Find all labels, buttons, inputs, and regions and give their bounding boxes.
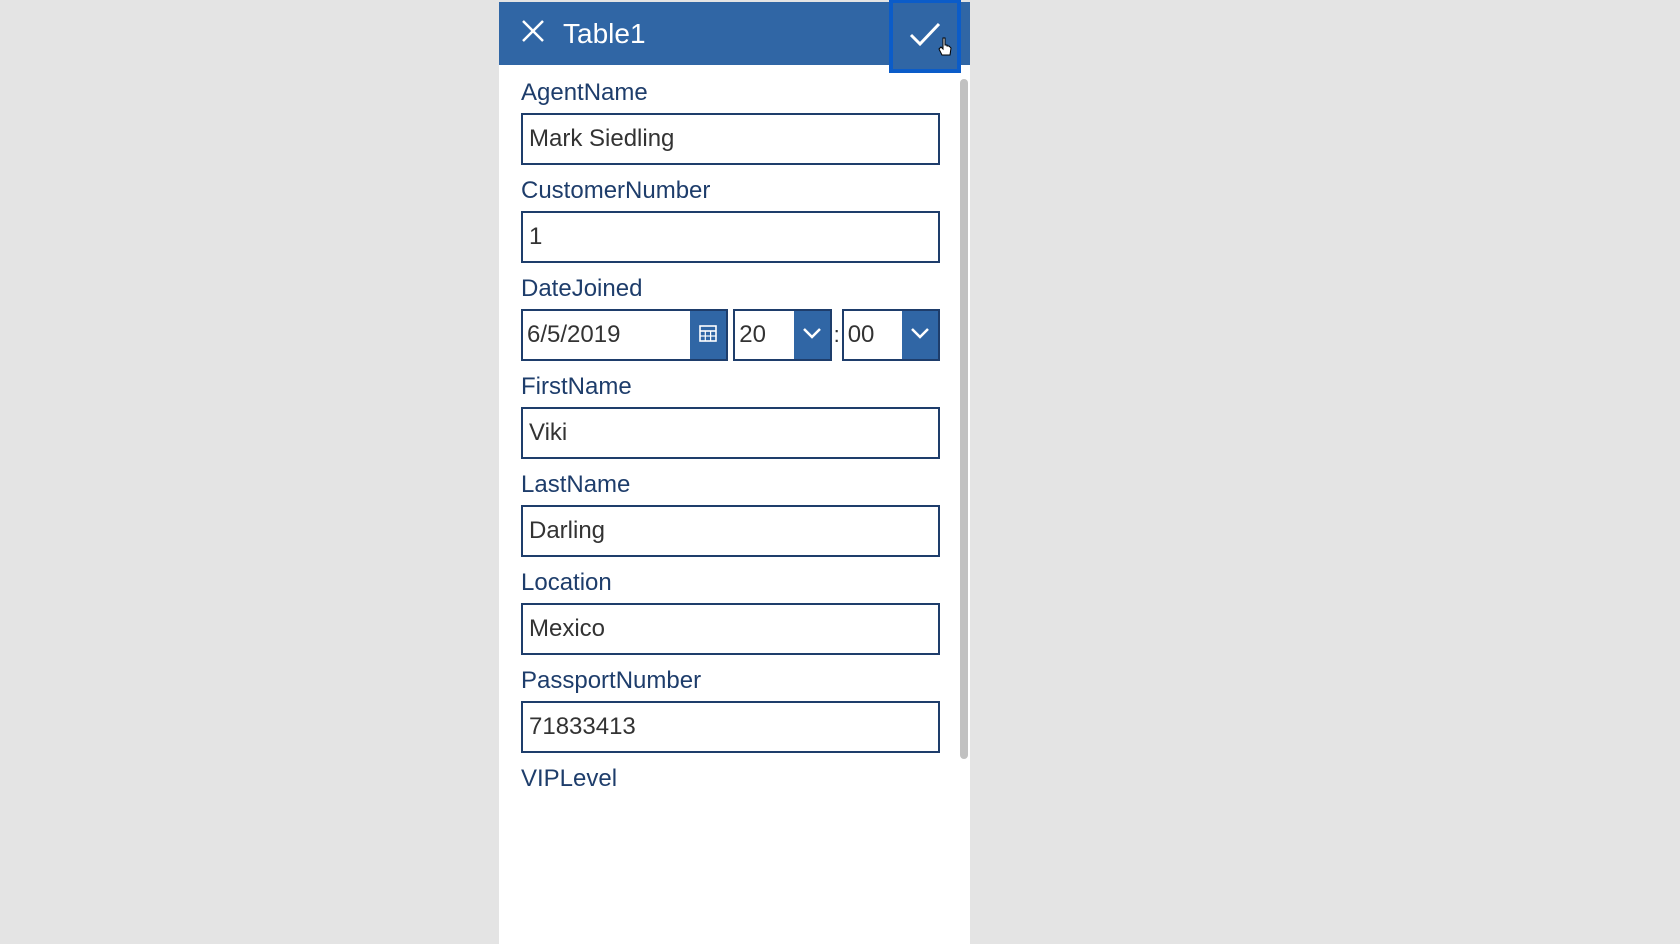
minute-dropdown[interactable]: 00 xyxy=(842,309,940,361)
close-button[interactable] xyxy=(517,18,549,50)
calendar-icon xyxy=(698,323,718,348)
close-icon xyxy=(520,18,546,49)
hour-dropdown-arrow[interactable] xyxy=(794,311,830,359)
hour-value: 20 xyxy=(735,311,793,359)
date-picker-button[interactable] xyxy=(690,311,726,359)
passportnumber-label: PassportNumber xyxy=(521,667,952,695)
minute-dropdown-arrow[interactable] xyxy=(902,311,938,359)
hour-dropdown[interactable]: 20 xyxy=(733,309,831,361)
location-label: Location xyxy=(521,569,952,597)
form-body: AgentName CustomerNumber DateJoined 6/5/… xyxy=(499,65,970,944)
agentname-input[interactable] xyxy=(521,113,940,165)
form-panel: Table1 AgentName CustomerNumber DateJoin… xyxy=(499,2,970,944)
agentname-label: AgentName xyxy=(521,79,952,107)
time-separator: : xyxy=(834,322,840,348)
scrollbar[interactable] xyxy=(957,67,970,944)
checkmark-icon xyxy=(907,19,943,54)
viplevel-label: VIPLevel xyxy=(521,765,952,793)
customernumber-input[interactable] xyxy=(521,211,940,263)
minute-value: 00 xyxy=(844,311,902,359)
customernumber-label: CustomerNumber xyxy=(521,177,952,205)
date-value: 6/5/2019 xyxy=(523,311,690,359)
chevron-down-icon xyxy=(801,326,823,345)
chevron-down-icon xyxy=(909,326,931,345)
datejoined-label: DateJoined xyxy=(521,275,952,303)
lastname-input[interactable] xyxy=(521,505,940,557)
passportnumber-input[interactable] xyxy=(521,701,940,753)
form-title: Table1 xyxy=(563,18,646,50)
scrollbar-thumb[interactable] xyxy=(960,79,968,759)
date-picker[interactable]: 6/5/2019 xyxy=(521,309,728,361)
lastname-label: LastName xyxy=(521,471,952,499)
datejoined-row: 6/5/2019 20 xyxy=(521,309,940,361)
firstname-input[interactable] xyxy=(521,407,940,459)
confirm-button[interactable] xyxy=(889,0,961,73)
form-header: Table1 xyxy=(499,2,970,65)
location-input[interactable] xyxy=(521,603,940,655)
firstname-label: FirstName xyxy=(521,373,952,401)
